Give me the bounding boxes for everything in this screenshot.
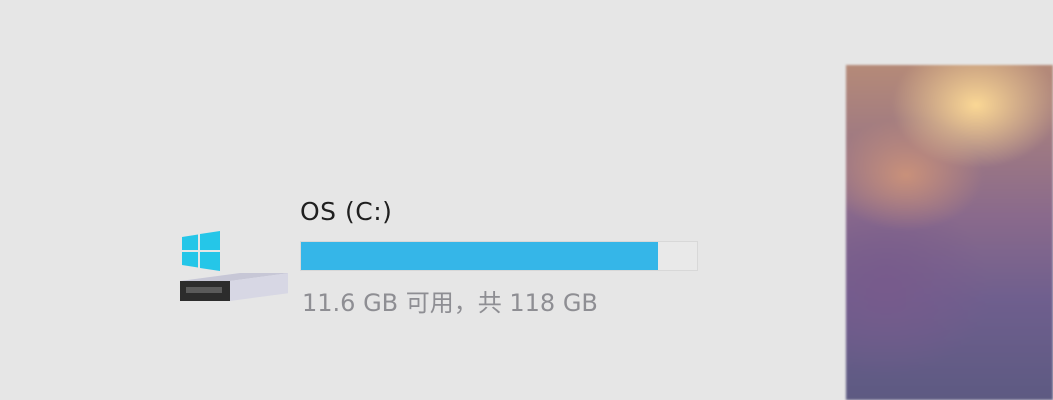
- wallpaper-thumbnail: [846, 65, 1053, 400]
- windows-logo-icon: [182, 231, 220, 271]
- drive-space-text: 11.6 GB 可用，共 118 GB: [302, 289, 598, 317]
- windows-drive-icon: [180, 231, 288, 301]
- storage-usage-fill: [301, 242, 659, 270]
- storage-usage-bar: [300, 241, 698, 271]
- drive-tile-c[interactable]: OS (C:) 11.6 GB 可用，共 118 GB: [170, 195, 730, 325]
- drive-name: OS (C:): [300, 197, 393, 226]
